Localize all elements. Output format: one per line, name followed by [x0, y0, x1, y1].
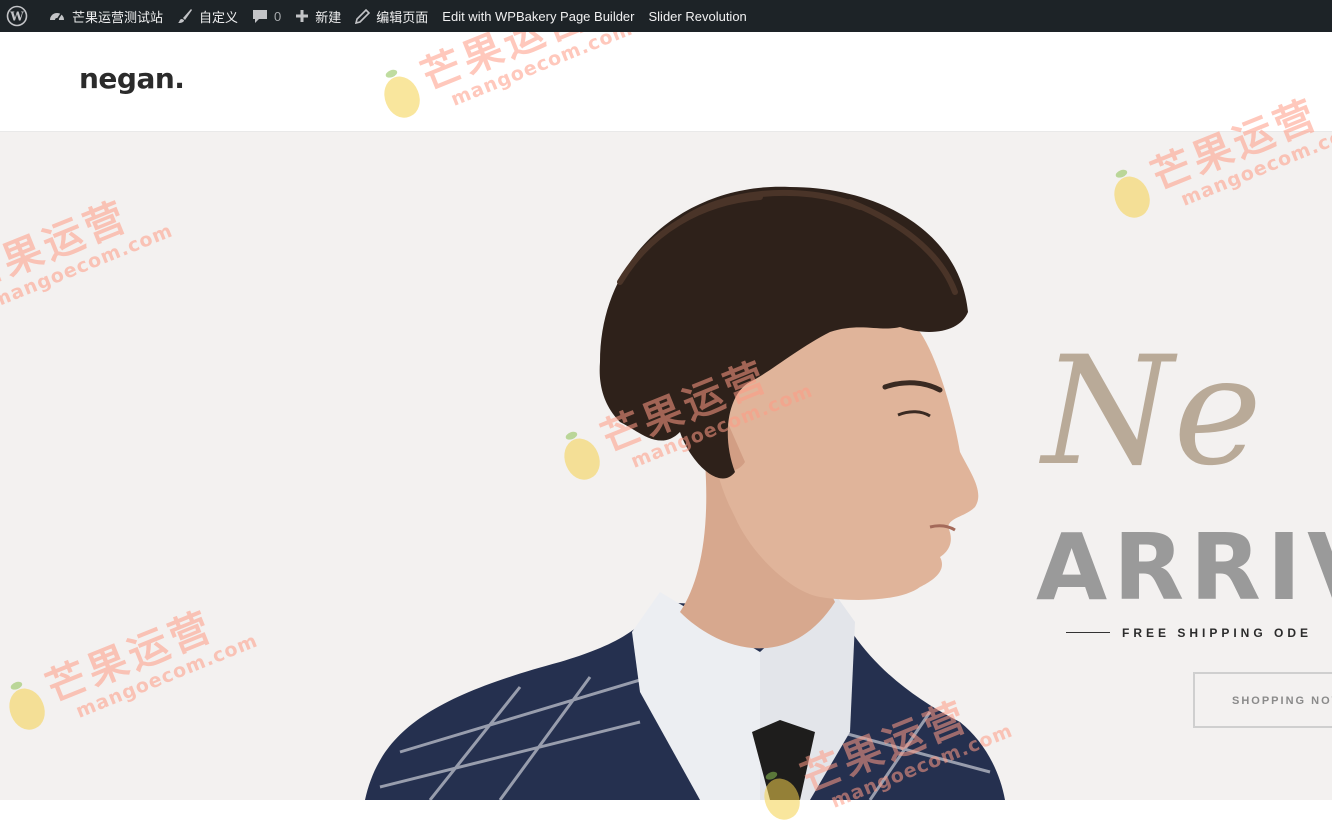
comments-menu[interactable]: 0 [245, 0, 288, 32]
site-name-menu[interactable]: 芒果运营测试站 [41, 0, 170, 32]
shopping-now-button[interactable]: SHOPPING NOW [1193, 672, 1332, 728]
wordpress-icon: W [6, 5, 28, 27]
hero-subtitle: FREE SHIPPING ODE [1122, 626, 1313, 640]
brush-icon [177, 8, 193, 24]
slider-revolution-label: Slider Revolution [648, 8, 747, 24]
new-label: 新建 [315, 9, 342, 25]
wp-admin-bar: W 芒果运营测试站 自定义 0 新建 编辑页面 Edit with WPBake… [0, 0, 1332, 32]
dashboard-icon [48, 8, 66, 24]
edit-page-label: 编辑页面 [376, 9, 429, 25]
customize-label: 自定义 [199, 9, 239, 25]
wp-logo-menu[interactable]: W [0, 0, 41, 32]
edit-wpbakery-label: Edit with WPBakery Page Builder [442, 8, 635, 24]
customize-menu[interactable]: 自定义 [170, 0, 245, 32]
slider-revolution-menu[interactable]: Slider Revolution [642, 0, 754, 32]
plus-icon [295, 9, 309, 23]
edit-wpbakery-menu[interactable]: Edit with WPBakery Page Builder [435, 0, 641, 32]
site-header: negan. [0, 32, 1332, 132]
hero-divider [1066, 632, 1110, 633]
comments-count: 0 [274, 8, 282, 24]
new-content-menu[interactable]: 新建 [288, 0, 348, 32]
hero-slider: Ne ARRIV FREE SHIPPING ODE SHOPPING NOW [0, 132, 1332, 800]
site-logo[interactable]: negan. [79, 62, 185, 95]
comment-icon [252, 8, 268, 24]
site-name-label: 芒果运营测试站 [72, 9, 164, 25]
hero-script-title: Ne [1042, 325, 1263, 499]
svg-text:W: W [9, 10, 24, 24]
hero-headline: ARRIV [1036, 514, 1332, 621]
pencil-icon [355, 8, 371, 24]
edit-page-menu[interactable]: 编辑页面 [348, 0, 435, 32]
